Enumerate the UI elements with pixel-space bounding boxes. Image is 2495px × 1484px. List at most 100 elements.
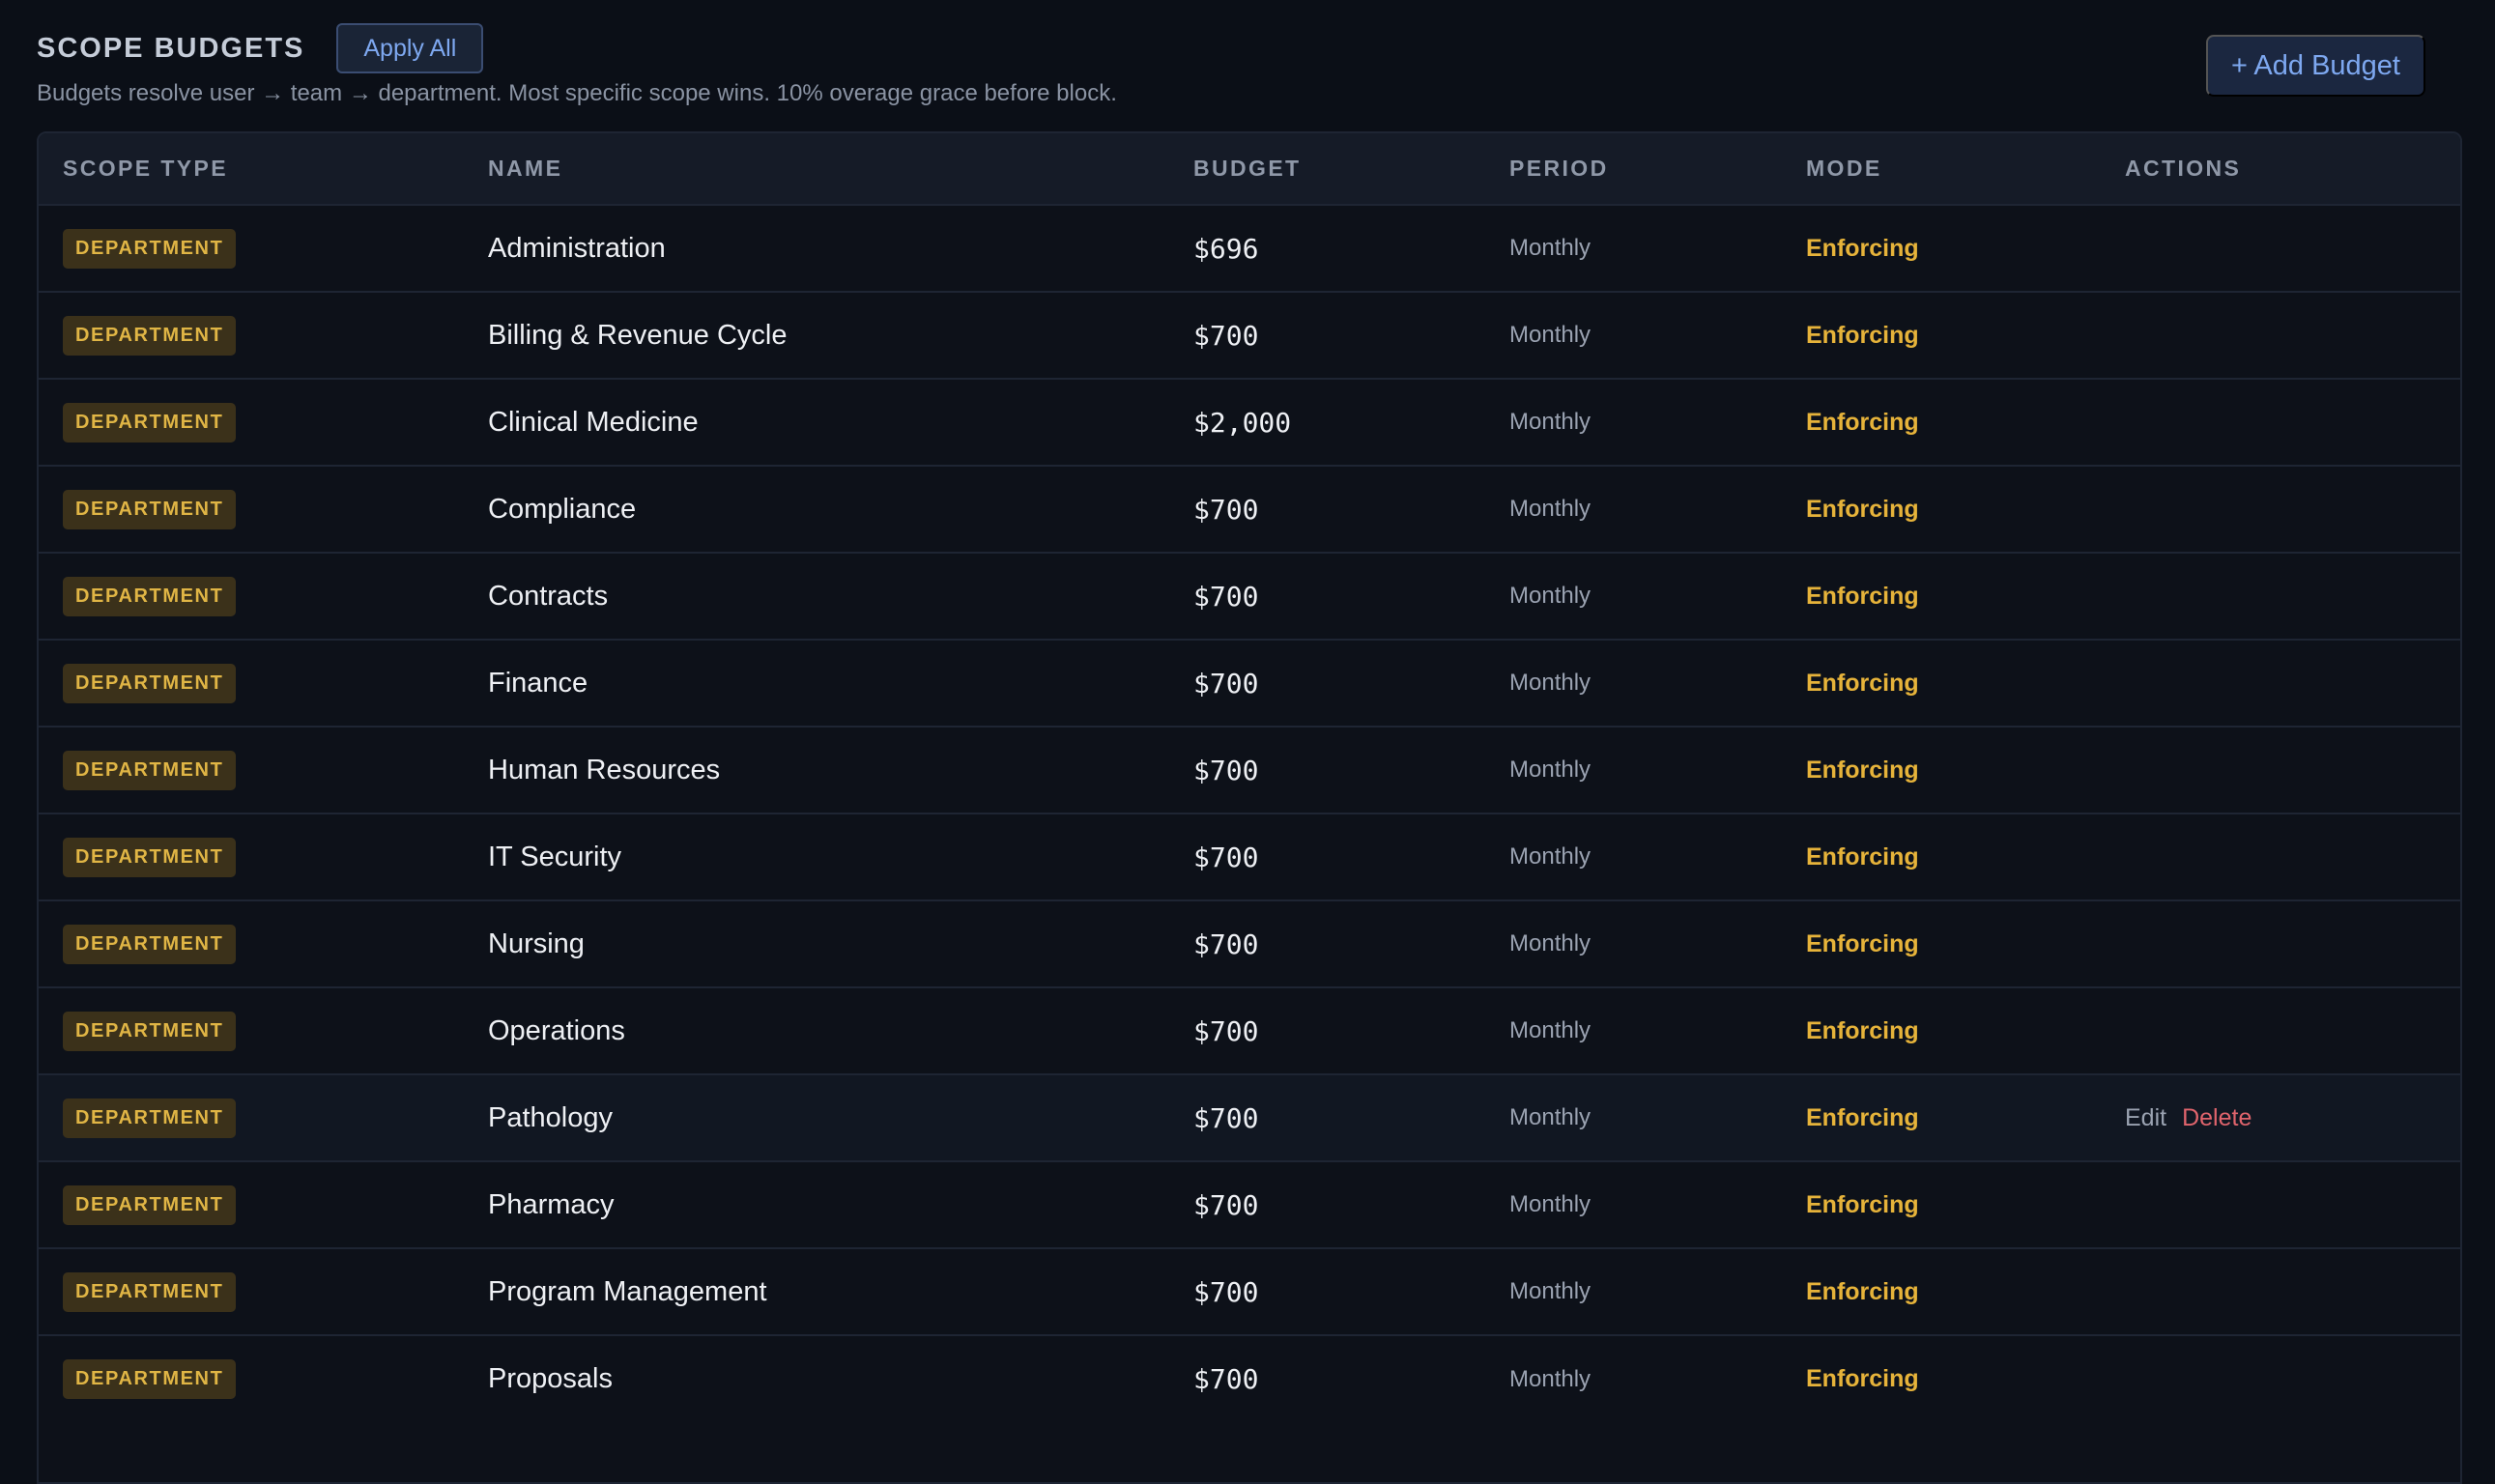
budget-mode: Enforcing [1806,669,1919,697]
budget-period: Monthly [1509,583,1592,609]
edit-button[interactable]: Edit [2125,1104,2166,1131]
budget-period: Monthly [1509,843,1592,870]
budget-amount: $700 [1193,493,1259,526]
cell-mode: Enforcing [1806,900,2125,987]
table-header: SCOPE TYPE NAME BUDGET PERIOD MODE ACTIO… [39,133,2460,205]
budget-amount: $700 [1193,319,1259,352]
budget-name: Compliance [488,493,637,525]
cell-mode: Enforcing [1806,553,2125,640]
scope-type-badge: DEPARTMENT [63,315,237,356]
table-row[interactable]: DEPARTMENT Human Resources $700 Monthly Enfo… [39,727,2460,813]
budget-name: Human Resources [488,754,721,785]
budget-name: Administration [488,232,666,264]
cell-budget: $700 [1193,813,1509,900]
cell-name: Nursing [488,900,1193,987]
scope-type-badge: DEPARTMENT [63,663,237,703]
delete-button[interactable]: Delete [2182,1104,2251,1131]
budget-mode: Enforcing [1806,842,1919,870]
col-budget: BUDGET [1193,156,1302,181]
budget-mode: Enforcing [1806,1016,1919,1044]
cell-scope-type: DEPARTMENT [39,466,488,553]
cell-budget: $700 [1193,1248,1509,1335]
table-row[interactable]: DEPARTMENT Proposals $700 Monthly Enforcing [39,1335,2460,1422]
budget-amount: $2,000 [1193,406,1292,439]
budget-amount: $700 [1193,928,1259,960]
table-row[interactable]: DEPARTMENT IT Security $700 Monthly Enforcin… [39,813,2460,900]
budget-amount: $700 [1193,1363,1259,1395]
scope-type-badge: DEPARTMENT [63,489,237,529]
table-row[interactable]: DEPARTMENT Program Management $700 Monthly E… [39,1248,2460,1335]
cell-mode: Enforcing [1806,466,2125,553]
budget-period: Monthly [1509,1278,1592,1304]
table-body: DEPARTMENT Administration $696 Monthly Enfor… [39,205,2460,1422]
scope-type-badge: DEPARTMENT [63,924,237,964]
table-row[interactable]: DEPARTMENT Administration $696 Monthly Enfor… [39,205,2460,292]
budget-amount: $696 [1193,232,1259,265]
cell-scope-type: DEPARTMENT [39,1335,488,1422]
budget-period: Monthly [1509,496,1592,522]
cell-actions [2125,1161,2460,1248]
table-row[interactable]: DEPARTMENT Finance $700 Monthly Enforcing [39,640,2460,727]
budget-amount: $700 [1193,1275,1259,1308]
budget-mode: Enforcing [1806,1103,1919,1131]
cell-budget: $700 [1193,987,1509,1074]
cell-scope-type: DEPARTMENT [39,640,488,727]
cell-name: Operations [488,987,1193,1074]
page-subtitle: Budgets resolve user → team → department… [37,80,1117,106]
cell-period: Monthly [1509,205,1806,292]
table-row[interactable]: DEPARTMENT Pharmacy $700 Monthly Enforcing [39,1161,2460,1248]
budget-amount: $700 [1193,667,1259,699]
cell-period: Monthly [1509,466,1806,553]
budget-period: Monthly [1509,322,1592,348]
cell-mode: Enforcing [1806,1248,2125,1335]
cell-budget: $700 [1193,900,1509,987]
table-row[interactable]: DEPARTMENT Nursing $700 Monthly Enforcing [39,900,2460,987]
cell-actions [2125,553,2460,640]
table-row[interactable]: DEPARTMENT Contracts $700 Monthly Enforcing [39,553,2460,640]
scope-type-badge: DEPARTMENT [63,1184,237,1225]
budget-name: Finance [488,667,588,699]
cell-budget: $700 [1193,1161,1509,1248]
cell-scope-type: DEPARTMENT [39,900,488,987]
cell-scope-type: DEPARTMENT [39,1161,488,1248]
cell-actions [2125,640,2460,727]
table-row[interactable]: DEPARTMENT Operations $700 Monthly Enforcing [39,987,2460,1074]
col-mode: MODE [1806,156,1882,181]
table-row[interactable]: DEPARTMENT Billing & Revenue Cycle $700 Mon… [39,292,2460,379]
cell-scope-type: DEPARTMENT [39,987,488,1074]
cell-scope-type: DEPARTMENT [39,1248,488,1335]
budget-name: Nursing [488,928,585,959]
table-row[interactable]: DEPARTMENT Pathology $700 Monthly Enforcing E… [39,1074,2460,1161]
budget-name: Contracts [488,580,609,612]
col-scope-type: SCOPE TYPE [63,156,228,181]
add-budget-button[interactable]: + Add Budget [2206,35,2425,97]
budget-amount: $700 [1193,1014,1259,1047]
table-row[interactable]: DEPARTMENT Clinical Medicine $2,000 Monthly… [39,379,2460,466]
cell-budget: $2,000 [1193,379,1509,466]
budget-mode: Enforcing [1806,408,1919,436]
cell-name: Proposals [488,1335,1193,1422]
cell-mode: Enforcing [1806,292,2125,379]
scope-type-badge: DEPARTMENT [63,576,237,616]
apply-all-button[interactable]: Apply All [336,23,484,73]
budget-amount: $700 [1193,841,1259,873]
budget-mode: Enforcing [1806,582,1919,610]
col-period: PERIOD [1509,156,1609,181]
budget-name: IT Security [488,841,622,872]
table-row[interactable]: DEPARTMENT Compliance $700 Monthly Enforcing [39,466,2460,553]
cell-scope-type: DEPARTMENT [39,727,488,813]
cell-actions [2125,466,2460,553]
budget-name: Proposals [488,1363,613,1394]
budget-mode: Enforcing [1806,495,1919,523]
col-actions: ACTIONS [2125,156,2242,181]
cell-name: IT Security [488,813,1193,900]
scope-type-badge: DEPARTMENT [63,402,237,442]
budget-amount: $700 [1193,1188,1259,1221]
budget-amount: $700 [1193,1101,1259,1134]
scope-type-badge: DEPARTMENT [63,837,237,877]
budget-mode: Enforcing [1806,756,1919,784]
cell-actions [2125,1248,2460,1335]
cell-scope-type: DEPARTMENT [39,1074,488,1161]
scope-type-badge: DEPARTMENT [63,1011,237,1051]
cell-period: Monthly [1509,1335,1806,1422]
